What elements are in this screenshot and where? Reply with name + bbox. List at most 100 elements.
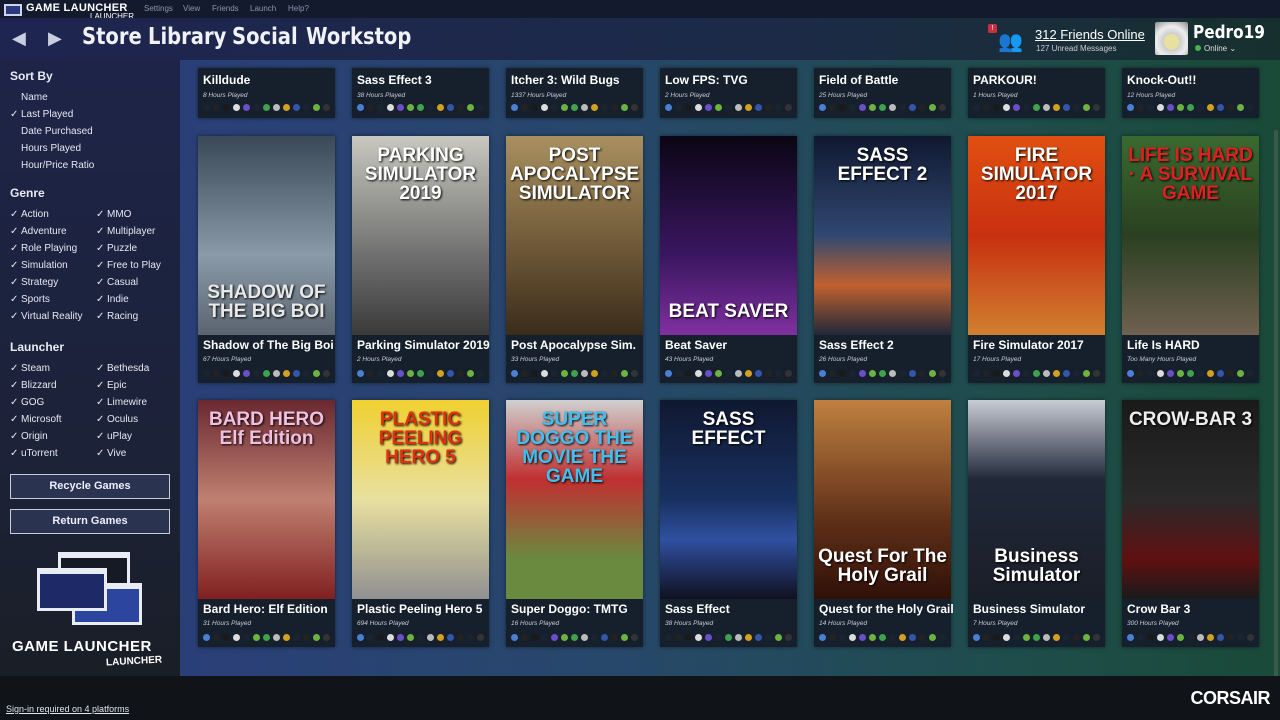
platform-icon[interactable] (467, 104, 474, 111)
platform-icon[interactable] (983, 370, 990, 377)
platform-icon[interactable] (1167, 104, 1174, 111)
platform-icon[interactable] (1227, 370, 1234, 377)
platform-icon[interactable] (1177, 634, 1184, 641)
launcher-filter[interactable]: ✓ Microsoft (10, 414, 62, 425)
platform-icon[interactable] (725, 634, 732, 641)
platform-icon[interactable] (1237, 370, 1244, 377)
platform-icon[interactable] (889, 370, 896, 377)
platform-icon[interactable] (1137, 634, 1144, 641)
platform-icon[interactable] (849, 370, 856, 377)
platform-icon[interactable] (531, 634, 538, 641)
game-card[interactable]: BEAT SAVER Beat Saver 43 Hours Played (660, 136, 797, 383)
platform-icon[interactable] (745, 370, 752, 377)
platform-icon[interactable] (1187, 104, 1194, 111)
platform-icon[interactable] (1217, 370, 1224, 377)
platform-icon[interactable] (273, 370, 280, 377)
platform-icon[interactable] (273, 634, 280, 641)
platform-icon[interactable] (919, 104, 926, 111)
platform-icon[interactable] (1023, 104, 1030, 111)
platform-icon[interactable] (929, 634, 936, 641)
platform-icon[interactable] (387, 370, 394, 377)
platform-icon[interactable] (601, 634, 608, 641)
genre-filter[interactable]: ✓ Role Playing (10, 243, 77, 254)
platform-icon[interactable] (755, 104, 762, 111)
platform-icon[interactable] (939, 634, 946, 641)
platform-icon[interactable] (775, 634, 782, 641)
game-card[interactable]: SHADOW OF THE BIG BOI Shadow of The Big B… (198, 136, 335, 383)
platform-icon[interactable] (223, 370, 230, 377)
platform-icon[interactable] (665, 370, 672, 377)
platform-icon[interactable] (1237, 634, 1244, 641)
platform-icon[interactable] (1227, 104, 1234, 111)
platform-icon[interactable] (303, 104, 310, 111)
platform-icon[interactable] (755, 370, 762, 377)
platform-icon[interactable] (829, 634, 836, 641)
platform-icon[interactable] (1043, 634, 1050, 641)
platform-icon[interactable] (457, 634, 464, 641)
platform-icon[interactable] (973, 104, 980, 111)
tab-social[interactable]: Social (232, 24, 298, 50)
platform-icon[interactable] (755, 634, 762, 641)
platform-icon[interactable] (377, 104, 384, 111)
platform-icon[interactable] (1247, 370, 1254, 377)
platform-icon[interactable] (1147, 634, 1154, 641)
platform-icon[interactable] (407, 634, 414, 641)
platform-icon[interactable] (571, 370, 578, 377)
platform-icon[interactable] (899, 104, 906, 111)
platform-icon[interactable] (397, 104, 404, 111)
platform-icon[interactable] (1043, 370, 1050, 377)
platform-icon[interactable] (427, 634, 434, 641)
platform-icon[interactable] (939, 370, 946, 377)
platform-icon[interactable] (909, 370, 916, 377)
menu-launch[interactable]: Launch (250, 4, 276, 13)
genre-filter[interactable]: ✓ Adventure (10, 226, 67, 237)
platform-icon[interactable] (1167, 634, 1174, 641)
platform-icon[interactable] (283, 634, 290, 641)
recycle-games-button[interactable]: Recycle Games (10, 474, 170, 499)
platform-icon[interactable] (1043, 104, 1050, 111)
platform-icon[interactable] (919, 634, 926, 641)
platform-icon[interactable] (541, 634, 548, 641)
platform-icon[interactable] (1013, 104, 1020, 111)
launcher-filter[interactable]: ✓ uPlay (96, 431, 132, 442)
menu-settings[interactable]: Settings (144, 4, 173, 13)
platform-icon[interactable] (695, 370, 702, 377)
platform-icon[interactable] (1073, 634, 1080, 641)
platform-icon[interactable] (735, 370, 742, 377)
game-cover[interactable]: Business Simulator (968, 400, 1105, 599)
platform-icon[interactable] (1197, 634, 1204, 641)
platform-icon[interactable] (705, 104, 712, 111)
return-games-button[interactable]: Return Games (10, 509, 170, 534)
platform-icon[interactable] (203, 104, 210, 111)
platform-icon[interactable] (467, 634, 474, 641)
tab-workstop[interactable]: Workstop (306, 24, 411, 50)
game-cover[interactable]: PLASTIC PEELING HERO 5 (352, 400, 489, 599)
game-card[interactable]: PARKOUR! 1 Hours Played (968, 68, 1105, 118)
platform-icon[interactable] (397, 370, 404, 377)
platform-icon[interactable] (1217, 104, 1224, 111)
platform-icon[interactable] (293, 104, 300, 111)
platform-icon[interactable] (253, 104, 260, 111)
platform-icon[interactable] (1013, 634, 1020, 641)
platform-icon[interactable] (571, 634, 578, 641)
platform-icon[interactable] (785, 634, 792, 641)
platform-icon[interactable] (417, 370, 424, 377)
tab-library[interactable]: Library (148, 24, 226, 50)
platform-icon[interactable] (213, 634, 220, 641)
platform-icon[interactable] (849, 104, 856, 111)
platform-icon[interactable] (829, 104, 836, 111)
platform-icon[interactable] (725, 104, 732, 111)
platform-icon[interactable] (203, 370, 210, 377)
platform-icon[interactable] (521, 104, 528, 111)
platform-icon[interactable] (253, 370, 260, 377)
platform-icon[interactable] (675, 104, 682, 111)
platform-icon[interactable] (1093, 104, 1100, 111)
game-card[interactable]: LIFE IS HARD · A SURVIVAL GAME Life Is HA… (1122, 136, 1259, 383)
platform-icon[interactable] (839, 634, 846, 641)
platform-icon[interactable] (1013, 370, 1020, 377)
platform-icon[interactable] (665, 634, 672, 641)
platform-icon[interactable] (1157, 370, 1164, 377)
platform-icon[interactable] (571, 104, 578, 111)
platform-icon[interactable] (1127, 370, 1134, 377)
platform-icon[interactable] (939, 104, 946, 111)
